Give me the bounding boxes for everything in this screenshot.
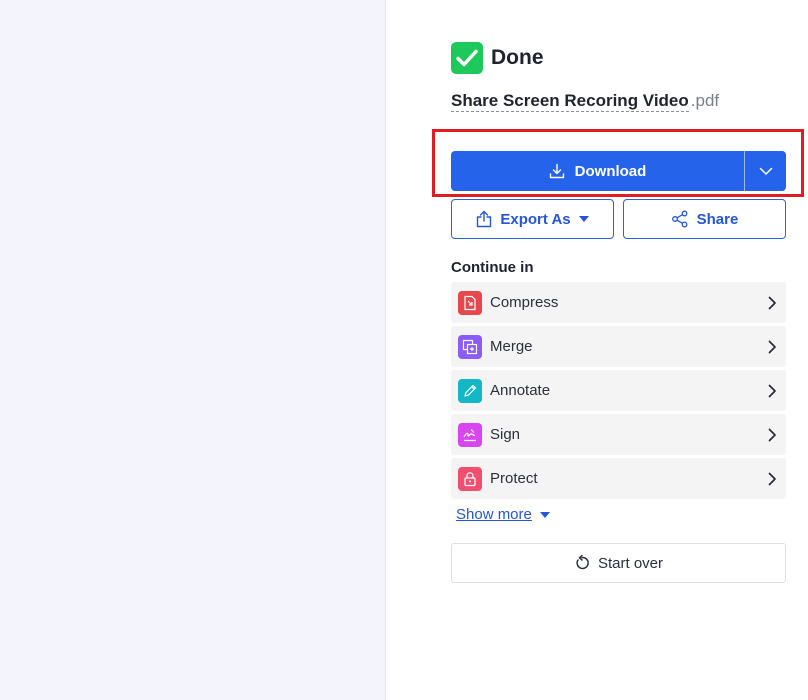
download-options-button[interactable] [744,151,786,191]
tool-item-protect[interactable]: Protect [451,458,786,499]
start-over-label: Start over [597,554,664,572]
file-name: Share Screen Recoring Video .pdf [451,91,720,112]
share-label: Share [696,210,739,228]
chevron-right-icon [758,340,786,354]
chevron-right-icon [758,384,786,398]
chevron-right-icon [758,472,786,486]
export-icon [477,210,492,228]
check-icon [451,42,483,74]
lock-icon [458,466,482,491]
download-button[interactable]: Download [451,151,744,191]
file-name-text[interactable]: Share Screen Recoring Video [451,91,689,112]
chevron-right-icon [758,296,786,310]
tool-label: Sign [490,426,521,443]
export-as-button[interactable]: Export As [451,199,614,239]
file-extension: .pdf [690,91,720,110]
share-icon [671,210,688,228]
tool-item-sign[interactable]: Sign [451,414,786,455]
export-as-label: Export As [500,210,571,228]
secondary-actions: Export As Share [451,199,786,239]
caret-down-icon [578,216,589,222]
result-panel: Done Share Screen Recoring Video .pdf Dow… [387,0,808,700]
status-header: Done [451,42,544,74]
tool-label: Compress [490,294,559,311]
tool-label: Merge [490,338,533,355]
annotate-icon [458,378,482,403]
merge-icon [458,334,482,359]
caret-down-icon [539,511,550,518]
chevron-right-icon [758,428,786,442]
continue-in-heading: Continue in [451,259,534,276]
start-over-button[interactable]: Start over [451,543,786,583]
download-icon [549,163,564,179]
show-more-link[interactable]: Show more [456,506,550,523]
compress-icon [458,290,482,315]
tool-item-merge[interactable]: Merge [451,326,786,367]
download-button-group: Download [451,151,786,191]
tool-item-compress[interactable]: Compress [451,282,786,323]
sign-icon [458,422,482,447]
tool-label: Annotate [490,382,551,399]
show-more-label: Show more [456,506,532,523]
continue-tools-list: Compress Merge Annotate Sign Protect [451,282,786,502]
share-button[interactable]: Share [623,199,786,239]
tool-item-annotate[interactable]: Annotate [451,370,786,411]
status-title: Done [491,46,544,69]
restart-icon [576,555,589,570]
download-label: Download [574,162,647,180]
document-preview-pane [0,0,386,700]
chevron-down-icon [759,167,772,175]
tool-label: Protect [490,470,538,487]
